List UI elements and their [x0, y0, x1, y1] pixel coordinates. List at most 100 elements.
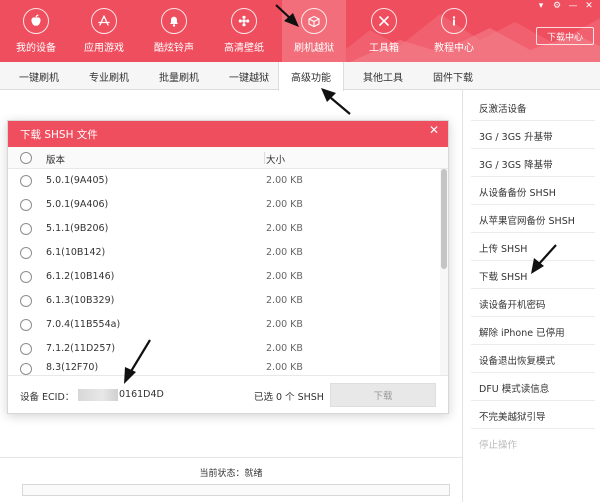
nav-apps-games[interactable]: 应用游戏 [72, 0, 136, 62]
nav-label: 教程中心 [434, 43, 474, 54]
nav-toolbox[interactable]: 工具箱 [352, 0, 416, 62]
row-radio[interactable] [20, 247, 32, 259]
table-row[interactable]: 7.0.4(11B554a) 2.00 KB [8, 313, 438, 337]
action-tethered-boot[interactable]: 不完美越狱引导 [479, 409, 546, 423]
window-controls: ▾ ⚙ — ✕ [536, 1, 594, 11]
arrow-to-advanced-tab [321, 88, 351, 115]
row-radio[interactable] [20, 343, 32, 355]
action-deactivate-device[interactable]: 反激活设备 [479, 101, 527, 115]
row-version: 7.0.4(11B554a) [46, 319, 121, 330]
tab-advanced[interactable]: 高级功能 [278, 62, 344, 91]
row-version: 5.1.1(9B206) [46, 223, 109, 234]
row-radio[interactable] [20, 319, 32, 331]
nav-tutorials[interactable]: 教程中心 [422, 0, 486, 62]
tab-firmware-download[interactable]: 固件下载 [420, 62, 486, 90]
action-upgrade-baseband[interactable]: 3G / 3GS 升基带 [479, 129, 553, 143]
gear-icon[interactable]: ⚙ [552, 1, 562, 11]
row-size: 2.00 KB [266, 223, 303, 234]
table-row[interactable]: 6.1.2(10B146) 2.00 KB [8, 265, 438, 289]
nav-my-device[interactable]: 我的设备 [4, 0, 68, 62]
row-size: 2.00 KB [266, 362, 303, 373]
row-size: 2.00 KB [266, 319, 303, 330]
status-divider [0, 457, 462, 458]
box-icon [301, 8, 327, 34]
action-stop-operation[interactable]: 停止操作 [479, 437, 517, 451]
table-header: 版本 大小 [8, 147, 448, 169]
tab-one-click-flash[interactable]: 一键刷机 [6, 62, 72, 90]
close-icon[interactable]: ✕ [427, 123, 441, 137]
column-version: 版本 [46, 155, 66, 166]
dialog-title: 下载 SHSH 文件 [8, 121, 448, 147]
action-backup-shsh-apple[interactable]: 从苹果官网备份 SHSH [479, 213, 575, 227]
nav-label: 酷炫铃声 [154, 43, 194, 54]
row-radio[interactable] [20, 199, 32, 211]
table-row[interactable]: 5.0.1(9A405) 2.00 KB [8, 169, 438, 193]
scrollbar-thumb[interactable] [441, 169, 447, 269]
row-size: 2.00 KB [266, 247, 303, 258]
download-center-button[interactable]: 下载中心 [536, 27, 594, 45]
row-radio[interactable] [20, 175, 32, 187]
ecid-label: 设备 ECID： [20, 392, 75, 403]
row-version: 6.1(10B142) [46, 247, 106, 258]
row-radio[interactable] [20, 363, 32, 375]
row-version: 6.1.3(10B329) [46, 295, 115, 306]
status-text: 当前状态：就绪 [199, 469, 263, 479]
nav-label: 工具箱 [369, 43, 399, 54]
table-row[interactable]: 8.3(12F70) 2.00 KB [8, 361, 438, 375]
bell-icon [161, 8, 187, 34]
row-radio[interactable] [20, 223, 32, 235]
footer-divider [8, 375, 448, 376]
column-size: 大小 [266, 155, 286, 166]
row-size: 2.00 KB [266, 199, 303, 210]
progress-bar [22, 484, 450, 496]
tab-batch-flash[interactable]: 批量刷机 [146, 62, 212, 90]
top-toolbar: 我的设备 应用游戏 酷炫铃声 高清壁纸 刷机越狱 工具箱 教程中心 ▾ ⚙ — … [0, 0, 600, 62]
info-icon [441, 8, 467, 34]
action-unlock-disabled-iphone[interactable]: 解除 iPhone 已停用 [479, 325, 565, 339]
nav-label: 高清壁纸 [224, 43, 264, 54]
table-row[interactable]: 7.1.2(11D257) 2.00 KB [8, 337, 438, 361]
row-radio[interactable] [20, 271, 32, 283]
action-dfu-read-info[interactable]: DFU 模式读信息 [479, 381, 549, 395]
row-size: 2.00 KB [266, 175, 303, 186]
table-row[interactable]: 5.0.1(9A406) 2.00 KB [8, 193, 438, 217]
tab-one-click-jailbreak[interactable]: 一键越狱 [216, 62, 282, 90]
menu-icon[interactable]: ▾ [536, 1, 546, 11]
nav-label: 刷机越狱 [294, 43, 334, 54]
row-version: 8.3(12F70) [46, 362, 99, 373]
sub-tabs: 一键刷机 专业刷机 批量刷机 一键越狱 高级功能 其他工具 固件下载 [0, 62, 600, 91]
download-button[interactable]: 下载 [330, 383, 436, 407]
flower-icon [231, 8, 257, 34]
nav-ringtones[interactable]: 酷炫铃声 [142, 0, 206, 62]
tab-pro-flash[interactable]: 专业刷机 [76, 62, 142, 90]
action-download-shsh[interactable]: 下载 SHSH [479, 269, 527, 283]
row-size: 2.00 KB [266, 271, 303, 282]
action-downgrade-baseband[interactable]: 3G / 3GS 降基带 [479, 157, 553, 171]
select-all-radio[interactable] [20, 152, 32, 164]
advanced-functions-panel: 反激活设备 3G / 3GS 升基带 3G / 3GS 降基带 从设备备份 SH… [462, 90, 600, 502]
table-row[interactable]: 6.1(10B142) 2.00 KB [8, 241, 438, 265]
row-radio[interactable] [20, 295, 32, 307]
tab-other-tools[interactable]: 其他工具 [350, 62, 416, 90]
row-version: 6.1.2(10B146) [46, 271, 115, 282]
row-size: 2.00 KB [266, 295, 303, 306]
nav-label: 应用游戏 [84, 43, 124, 54]
action-read-boot-password[interactable]: 读设备开机密码 [479, 297, 546, 311]
column-divider [264, 152, 265, 164]
table-row[interactable]: 5.1.1(9B206) 2.00 KB [8, 217, 438, 241]
nav-label: 我的设备 [16, 43, 56, 54]
nav-flash-jailbreak[interactable]: 刷机越狱 [282, 0, 346, 62]
ecid-redacted [78, 389, 118, 401]
close-window-icon[interactable]: ✕ [584, 1, 594, 11]
minimize-icon[interactable]: — [568, 1, 578, 11]
table-row[interactable]: 6.1.3(10B329) 2.00 KB [8, 289, 438, 313]
download-shsh-dialog: 下载 SHSH 文件 ✕ 版本 大小 5.0.1(9A405) 2.00 KB … [7, 120, 449, 414]
row-version: 7.1.2(11D257) [46, 343, 116, 354]
action-backup-shsh-device[interactable]: 从设备备份 SHSH [479, 185, 556, 199]
selected-count: 已选 0 个 SHSH [254, 392, 324, 403]
nav-wallpapers[interactable]: 高清壁纸 [212, 0, 276, 62]
action-upload-shsh[interactable]: 上传 SHSH [479, 241, 527, 255]
apple-icon [23, 8, 49, 34]
action-exit-recovery-mode[interactable]: 设备退出恢复模式 [479, 353, 555, 367]
app-store-icon [91, 8, 117, 34]
